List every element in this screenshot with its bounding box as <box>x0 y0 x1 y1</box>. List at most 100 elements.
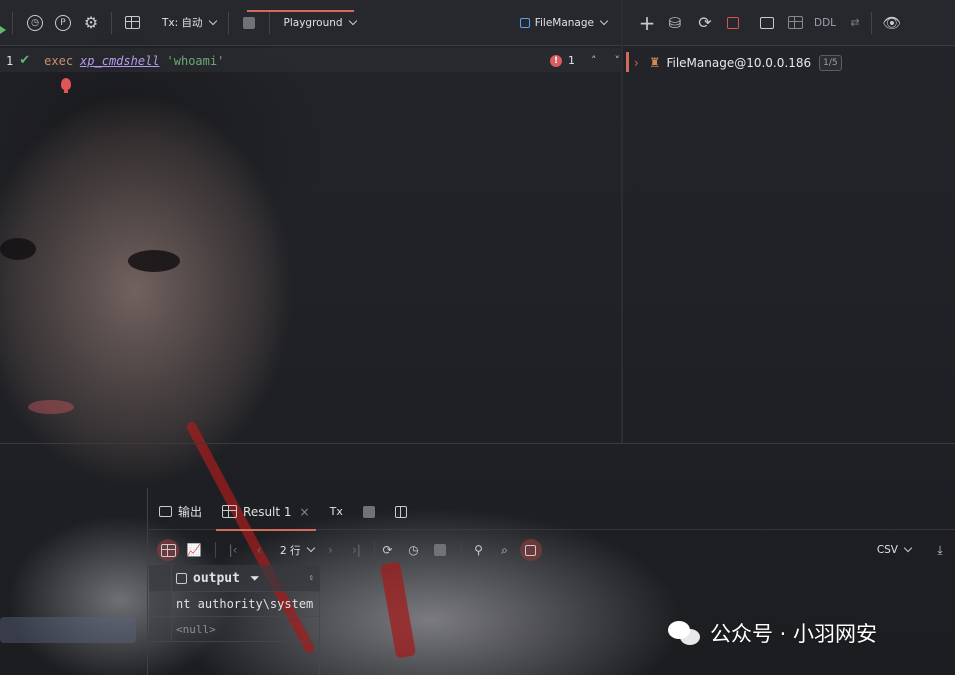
cancel-request-button[interactable] <box>429 539 451 561</box>
view-options-button[interactable]: 👁 <box>880 11 904 35</box>
chevron-up-icon[interactable]: ˄ <box>591 54 597 67</box>
chevron-right-icon[interactable]: › <box>634 56 639 70</box>
services-tree-panel <box>0 488 148 675</box>
first-page-button[interactable]: |‹ <box>222 539 244 561</box>
tx-mode-label: Tx: 自动 <box>162 17 203 29</box>
console-icon <box>159 506 172 517</box>
last-page-button[interactable]: ›| <box>346 539 368 561</box>
next-page-button[interactable]: › <box>320 539 342 561</box>
settings-button[interactable]: ⚙ <box>79 11 103 35</box>
datasource-icon <box>519 17 530 28</box>
gear-icon: ⚙ <box>83 13 99 32</box>
editor-line-1[interactable]: 1 ✔ exec xp_cmdshell 'whoami' <box>6 53 224 68</box>
stop-icon <box>433 544 446 556</box>
table-row[interactable]: nt authority\system <box>149 592 320 617</box>
services-tree-selected-row[interactable] <box>0 617 136 643</box>
tab-output[interactable]: 输出 <box>149 494 212 530</box>
tab-output-label: 输出 <box>178 505 203 519</box>
stop-button[interactable] <box>353 494 385 530</box>
console-icon <box>760 16 774 29</box>
refresh-icon: ⟳ <box>698 13 712 32</box>
table-cell[interactable]: <null> <box>172 623 216 636</box>
tx-button[interactable]: Tx <box>320 494 353 530</box>
intention-bulb-icon[interactable] <box>61 78 71 93</box>
ddl-button[interactable]: DDL <box>813 11 837 35</box>
search-button[interactable]: ⌕ <box>494 539 516 561</box>
table-icon <box>160 543 176 557</box>
collapse-button[interactable]: ⇄ <box>843 11 867 35</box>
value-viewer-button[interactable] <box>519 539 542 561</box>
pin-tab-button[interactable]: ⚲ <box>468 539 490 561</box>
table-cell[interactable]: nt authority\system <box>172 597 313 611</box>
tx-label: Tx <box>329 505 343 518</box>
vertical-splitter[interactable] <box>621 0 623 444</box>
datasource-properties-button[interactable]: ⛁ <box>663 11 687 35</box>
value-viewer-icon <box>525 544 537 556</box>
close-icon[interactable]: × <box>300 505 310 519</box>
table-icon <box>222 505 238 518</box>
layout-button[interactable] <box>385 494 417 530</box>
refresh-button[interactable]: ⟳ <box>693 11 717 35</box>
download-button[interactable]: ⤓ <box>929 539 951 561</box>
toolbar-divider <box>373 542 375 558</box>
toolbar-divider <box>268 11 270 34</box>
chevron-down-icon <box>599 16 609 25</box>
results-toolbar: 📈 |‹ ‹ 2 行 › ›| ⟳ ◷ ⚲ ⌕ CSV ⤓ <box>149 536 955 564</box>
inspection-widget[interactable]: ! 1 ˄ ˅ <box>550 54 620 67</box>
reload-button[interactable]: ⟳ <box>377 539 399 561</box>
chart-mode-button[interactable]: 📈 <box>183 539 205 561</box>
prev-page-button[interactable]: ‹ <box>248 539 270 561</box>
parameters-button[interactable]: P <box>51 11 75 35</box>
session-name: FileManage@10.0.0.186 <box>666 56 812 70</box>
add-button[interactable]: + <box>635 11 659 35</box>
table-view-button[interactable] <box>120 11 144 35</box>
table-mode-button[interactable] <box>157 539 179 561</box>
row-index <box>149 617 172 641</box>
grid-header-row: output ⏷ ⇕ <box>149 565 320 592</box>
stop-button[interactable] <box>237 11 261 35</box>
clock-icon: ◷ <box>27 14 43 31</box>
chevron-down-icon[interactable]: ˅ <box>615 54 621 67</box>
ide-window: ◷ P ⚙ Tx: 自动 Playground FileManage + ⛁ ⟳… <box>0 0 955 675</box>
auto-refresh-button[interactable]: ◷ <box>403 539 425 561</box>
refresh-icon: ⟳ <box>382 543 393 557</box>
toolbar-divider <box>215 542 216 558</box>
collapse-arrows-icon: ⇄ <box>850 16 860 29</box>
results-tabs: 输出 Result 1 × Tx <box>149 494 955 531</box>
toolbar-divider <box>111 11 112 34</box>
table-icon <box>787 16 803 29</box>
export-format-dropdown[interactable]: CSV <box>877 543 913 556</box>
chevron-down-icon <box>208 16 217 25</box>
row-count-dropdown[interactable]: 2 行 <box>280 543 315 558</box>
chevron-down-icon <box>306 543 315 553</box>
datasource-label: FileManage <box>534 16 594 29</box>
disconnect-button[interactable] <box>721 11 745 35</box>
pin-icon: ⚲ <box>474 543 483 557</box>
horizontal-splitter[interactable] <box>0 443 955 444</box>
chevron-right-icon: › <box>328 543 333 557</box>
sort-icon[interactable]: ⇕ <box>309 573 314 583</box>
session-item[interactable]: › ♜ FileManage@10.0.0.186 1/5 <box>626 50 955 76</box>
filter-icon[interactable]: ⏷ <box>250 571 260 586</box>
history-button[interactable]: ◷ <box>23 11 47 35</box>
session-badge: 1/5 <box>819 55 842 71</box>
tx-mode-dropdown[interactable]: Tx: 自动 <box>162 11 217 35</box>
grid-corner[interactable] <box>149 565 172 591</box>
run-icon[interactable] <box>0 22 6 38</box>
code-string: 'whoami' <box>166 53 225 68</box>
code-procedure: xp_cmdshell <box>80 53 160 68</box>
table-row[interactable]: <null> <box>149 617 320 642</box>
disconnect-icon <box>727 16 739 29</box>
line-number: 1 <box>6 53 14 68</box>
plus-icon: + <box>638 10 656 35</box>
console-button[interactable] <box>755 11 779 35</box>
p-circle-icon: P <box>55 14 71 31</box>
datasource-dropdown[interactable]: FileManage <box>519 11 609 35</box>
column-header-output[interactable]: output ⏷ ⇕ <box>172 571 320 586</box>
tab-result-1[interactable]: Result 1 × <box>212 494 320 531</box>
toolbar-divider <box>12 11 13 34</box>
playground-dropdown[interactable]: Playground <box>284 11 357 35</box>
code-keyword-exec: exec <box>44 53 74 68</box>
stop-icon <box>242 16 255 29</box>
table-editor-button[interactable] <box>783 11 807 35</box>
